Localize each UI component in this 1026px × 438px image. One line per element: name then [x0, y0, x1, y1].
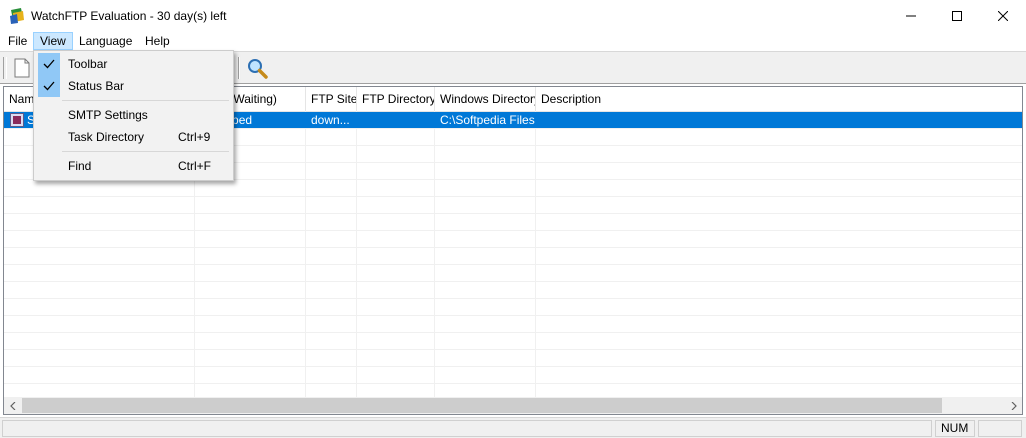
menu-item-status-bar[interactable]: Status Bar [36, 75, 231, 97]
window-title: WatchFTP Evaluation - 30 day(s) left [31, 9, 227, 23]
column-header-ftp-site[interactable]: FTP Site [306, 87, 357, 111]
minimize-icon [906, 15, 916, 16]
menu-language[interactable]: Language [73, 32, 138, 50]
title-bar[interactable]: WatchFTP Evaluation - 30 day(s) left [0, 0, 1026, 31]
find-icon [248, 59, 268, 79]
minimize-button[interactable] [888, 0, 934, 31]
empty-row [4, 197, 1022, 214]
menu-view[interactable]: View [33, 32, 73, 50]
empty-row [4, 367, 1022, 384]
menu-separator [62, 100, 229, 101]
toolbar-separator [238, 57, 240, 79]
scroll-thumb[interactable] [22, 398, 942, 413]
menu-item-label: Task Directory [68, 130, 145, 144]
empty-row [4, 299, 1022, 316]
cell-description [536, 112, 1022, 129]
menu-help[interactable]: Help [139, 32, 176, 50]
horizontal-scrollbar[interactable] [4, 397, 1022, 414]
empty-row [4, 316, 1022, 333]
toolbar-grip[interactable] [3, 57, 7, 79]
new-task-icon [14, 58, 30, 78]
menu-item-label: Toolbar [68, 57, 108, 71]
menu-bar: File View Language Help [0, 31, 1026, 51]
menu-item-task-directory[interactable]: Task Directory Ctrl+9 [36, 126, 231, 148]
close-button[interactable] [980, 0, 1026, 31]
empty-row [4, 231, 1022, 248]
chevron-left-icon [9, 401, 15, 410]
cell-ftp-site: down... [311, 113, 350, 127]
menu-file[interactable]: File [2, 32, 33, 50]
check-icon [38, 75, 60, 97]
menu-item-label: Status Bar [68, 79, 125, 93]
column-header-description[interactable]: Description [536, 87, 1022, 111]
empty-row [4, 333, 1022, 350]
scroll-right-button[interactable] [1005, 397, 1022, 414]
cell-ftp-directory [357, 112, 435, 129]
scroll-left-button[interactable] [4, 397, 21, 414]
close-icon [998, 10, 1008, 21]
empty-row [4, 265, 1022, 282]
column-header-windows-directory[interactable]: Windows Directory [435, 87, 536, 111]
empty-row [4, 248, 1022, 265]
empty-row [4, 350, 1022, 367]
app-icon [9, 8, 25, 24]
menu-item-shortcut: Ctrl+F [178, 159, 211, 173]
status-num-indicator: NUM [935, 420, 975, 437]
status-pane-extra [978, 420, 1022, 437]
menu-item-shortcut: Ctrl+9 [178, 130, 211, 144]
view-menu-dropdown: Toolbar Status Bar SMTP Settings Task Di… [33, 50, 234, 181]
maximize-button[interactable] [934, 0, 980, 31]
menu-item-smtp-settings[interactable]: SMTP Settings [36, 104, 231, 126]
check-icon [38, 53, 60, 75]
maximize-icon [952, 10, 962, 21]
empty-row [4, 180, 1022, 197]
menu-item-find[interactable]: Find Ctrl+F [36, 155, 231, 177]
status-pane-main [2, 420, 932, 437]
status-bar: NUM [0, 417, 1026, 438]
menu-separator [62, 151, 229, 152]
column-header-ftp-directory[interactable]: FTP Directory [357, 87, 435, 111]
empty-row [4, 282, 1022, 299]
new-task-button[interactable] [9, 55, 35, 81]
menu-item-toolbar[interactable]: Toolbar [36, 53, 231, 75]
cell-windows-directory: C:\Softpedia Files [440, 113, 535, 127]
menu-item-label: SMTP Settings [68, 108, 148, 122]
menu-item-label: Find [68, 159, 92, 173]
empty-row [4, 214, 1022, 231]
find-button[interactable] [244, 55, 270, 81]
chevron-right-icon [1011, 401, 1017, 410]
